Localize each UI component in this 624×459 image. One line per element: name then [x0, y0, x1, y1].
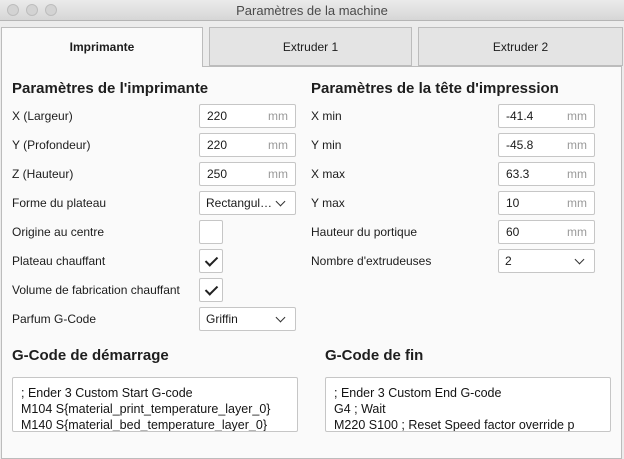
x-min-unit: mm — [567, 109, 587, 123]
depth-unit: mm — [268, 138, 288, 152]
start-gcode-line: M104 S{material_print_temperature_layer_… — [21, 402, 271, 416]
end-gcode-line: ; Ender 3 Custom End G-code — [334, 386, 502, 400]
bed-shape-select[interactable]: Rectangul… — [199, 191, 296, 215]
x-min-label: X min — [311, 109, 342, 123]
heated-volume-label: Volume de fabrication chauffant — [12, 283, 180, 297]
bed-shape-value: Rectangul… — [206, 196, 273, 210]
extruder-count-select[interactable]: 2 — [498, 249, 595, 273]
width-label: X (Largeur) — [12, 109, 73, 123]
bed-shape-label: Forme du plateau — [12, 196, 107, 210]
y-max-field[interactable]: 10 mm — [498, 191, 595, 215]
depth-value: 220 — [207, 138, 228, 152]
height-label: Z (Hauteur) — [12, 167, 74, 181]
x-max-field[interactable]: 63.3 mm — [498, 162, 595, 186]
width-value: 220 — [207, 109, 228, 123]
end-gcode-line: M220 S100 ; Reset Speed factor override … — [334, 418, 575, 432]
gantry-height-label: Hauteur du portique — [311, 225, 418, 239]
depth-label: Y (Profondeur) — [12, 138, 91, 152]
x-max-value: 63.3 — [506, 167, 530, 181]
y-max-value: 10 — [506, 196, 520, 210]
gcode-flavor-value: Griffin — [206, 312, 238, 326]
gantry-height-value: 60 — [506, 225, 520, 239]
start-gcode-editor[interactable]: ; Ender 3 Custom Start G-code M104 S{mat… — [12, 377, 298, 432]
printhead-settings-heading: Paramètres de la tête d'impression — [311, 80, 559, 97]
gcode-flavor-select[interactable]: Griffin — [199, 307, 296, 331]
heated-bed-checkbox[interactable] — [199, 249, 223, 273]
x-min-field[interactable]: -41.4 mm — [498, 104, 595, 128]
gantry-height-field[interactable]: 60 mm — [498, 220, 595, 244]
y-max-unit: mm — [567, 196, 587, 210]
checkmark-icon — [204, 253, 219, 267]
origin-center-checkbox[interactable] — [199, 220, 223, 244]
y-min-field[interactable]: -45.8 mm — [498, 133, 595, 157]
extruder-count-value: 2 — [505, 254, 512, 268]
chevron-down-icon — [574, 254, 585, 265]
extruder-count-label: Nombre d'extrudeuses — [311, 254, 432, 268]
chevron-down-icon — [275, 312, 286, 323]
tab-imprimante[interactable]: Imprimante — [1, 27, 203, 67]
title-bar: Paramètres de la machine — [0, 0, 624, 21]
depth-field[interactable]: 220 mm — [199, 133, 296, 157]
x-max-unit: mm — [567, 167, 587, 181]
width-unit: mm — [268, 109, 288, 123]
width-field[interactable]: 220 mm — [199, 104, 296, 128]
origin-center-label: Origine au centre — [12, 225, 105, 239]
checkmark-icon — [204, 282, 219, 296]
height-value: 250 — [207, 167, 228, 181]
gcode-flavor-label: Parfum G-Code — [12, 312, 97, 326]
y-max-label: Y max — [311, 196, 345, 210]
heated-bed-label: Plateau chauffant — [12, 254, 106, 268]
end-gcode-editor[interactable]: ; Ender 3 Custom End G-code G4 ; Wait M2… — [325, 377, 611, 432]
heated-volume-checkbox[interactable] — [199, 278, 223, 302]
chevron-down-icon — [275, 196, 286, 207]
y-min-unit: mm — [567, 138, 587, 152]
y-min-value: -45.8 — [506, 138, 534, 152]
gantry-height-unit: mm — [567, 225, 587, 239]
height-unit: mm — [268, 167, 288, 181]
window-title: Paramètres de la machine — [236, 3, 388, 18]
start-gcode-line: M140 S{material_bed_temperature_layer_0} — [21, 418, 267, 432]
tab-extruder-2[interactable]: Extruder 2 — [418, 27, 623, 66]
end-gcode-line: G4 ; Wait — [334, 402, 386, 416]
x-max-label: X max — [311, 167, 346, 181]
start-gcode-line: ; Ender 3 Custom Start G-code — [21, 386, 193, 400]
x-min-value: -41.4 — [506, 109, 534, 123]
end-gcode-heading: G-Code de fin — [325, 347, 424, 364]
height-field[interactable]: 250 mm — [199, 162, 296, 186]
start-gcode-heading: G-Code de démarrage — [12, 347, 169, 364]
tab-extruder-1[interactable]: Extruder 1 — [209, 27, 412, 66]
printer-settings-heading: Paramètres de l'imprimante — [12, 80, 209, 97]
y-min-label: Y min — [311, 138, 342, 152]
